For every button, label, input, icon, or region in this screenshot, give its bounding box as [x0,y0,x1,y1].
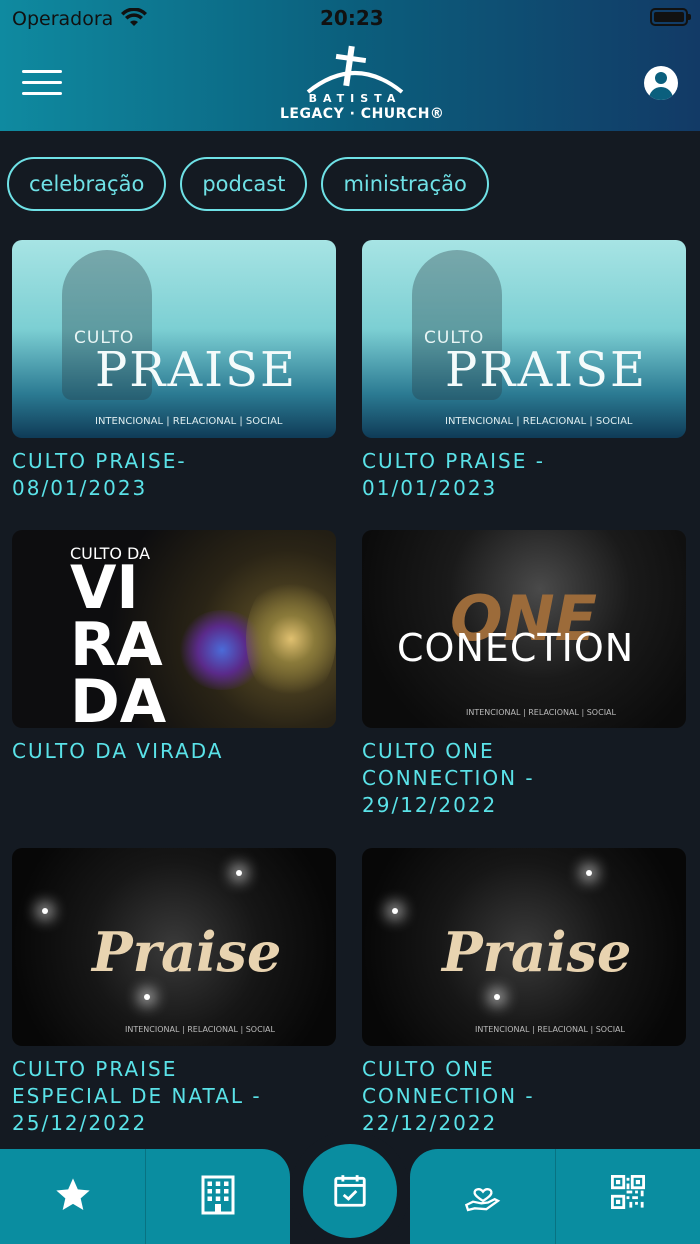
video-title: CULTO PRAISE - 01/01/2023 [362,449,545,500]
video-title: CULTO ONE CONNECTION - 22/12/2022 [362,1057,535,1135]
video-thumbnail: Praise INTENCIONAL | RELACIONAL | SOCIAL [362,848,686,1046]
user-circle-icon [655,72,667,84]
video-title: CULTO DA VIRADA [12,739,224,763]
church-logo: BATISTA LEGACY · CHURCH® [280,42,445,126]
video-card[interactable]: ONE CONECTION INTENCIONAL | RELACIONAL |… [362,530,686,819]
qr-code-icon [610,1175,645,1209]
tab-favorites[interactable] [0,1149,145,1244]
chip-celebracao[interactable]: celebração [7,157,167,211]
status-bar: Operadora 20:23 [0,0,700,36]
app-header: Operadora 20:23 BATISTA LEGACY · CHURCH® [0,0,700,131]
tab-donations[interactable] [410,1149,555,1244]
clock: 20:23 [320,6,384,30]
bottom-tab-bar [0,1131,700,1244]
logo-title: LEGACY · CHURCH® [280,106,445,122]
logo-subtitle: BATISTA [308,92,402,105]
video-card[interactable]: CULTO PRAISE INTENCIONAL | RELACIONAL | … [12,240,336,502]
video-card[interactable]: Praise INTENCIONAL | RELACIONAL | SOCIAL… [362,848,686,1137]
video-thumbnail: ONE CONECTION INTENCIONAL | RELACIONAL |… [362,530,686,728]
building-icon [201,1175,234,1215]
battery-icon [650,8,691,26]
chip-ministracao[interactable]: ministração [321,157,489,211]
category-chips: celebração podcast ministração [7,157,489,211]
video-thumbnail: CULTO PRAISE INTENCIONAL | RELACIONAL | … [362,240,686,438]
video-title: CULTO ONE CONNECTION - 29/12/2022 [362,739,535,817]
video-thumbnail: Praise INTENCIONAL | RELACIONAL | SOCIAL [12,848,336,1046]
video-title: CULTO PRAISE- 08/01/2023 [12,449,187,500]
hamburger-icon [22,70,62,73]
cross-dome-icon [306,45,404,94]
profile-button[interactable] [644,66,678,100]
chip-podcast[interactable]: podcast [180,157,308,211]
wifi-icon [121,8,147,26]
star-icon [55,1178,90,1210]
video-thumbnail: CULTO DA VI RA DA [12,530,336,728]
carrier-label: Operadora [12,8,114,30]
tab-qr-code[interactable] [555,1149,700,1244]
heart-hand-icon [464,1188,500,1212]
tab-calendar[interactable] [290,1131,410,1244]
calendar-check-icon [334,1175,366,1207]
video-thumbnail: CULTO PRAISE INTENCIONAL | RELACIONAL | … [12,240,336,438]
video-card[interactable]: CULTO PRAISE INTENCIONAL | RELACIONAL | … [362,240,686,502]
video-card[interactable]: Praise INTENCIONAL | RELACIONAL | SOCIAL… [12,848,336,1137]
tab-church[interactable] [145,1149,290,1244]
menu-button[interactable] [22,70,62,96]
video-card[interactable]: CULTO DA VI RA DA CULTO DA VIRADA [12,530,336,765]
video-title: CULTO PRAISE ESPECIAL DE NATAL - 25/12/2… [12,1057,262,1135]
